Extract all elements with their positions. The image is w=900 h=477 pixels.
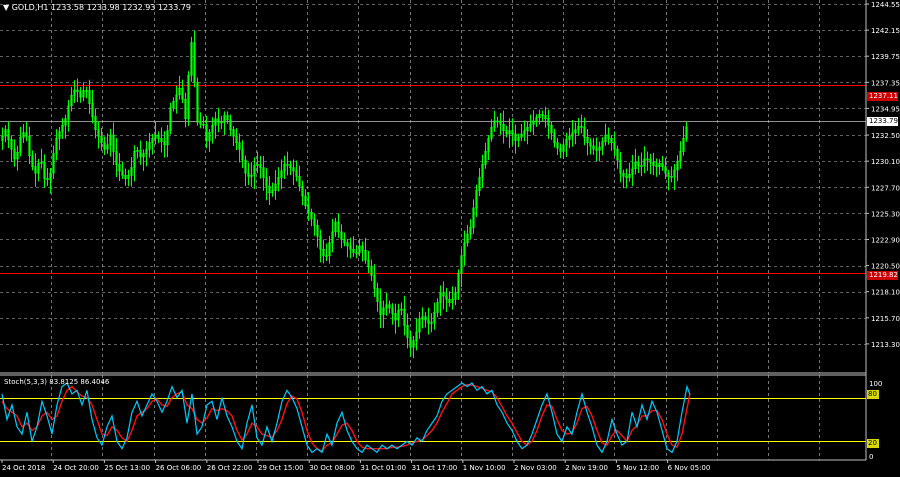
- stoch-scale-label: 100: [869, 380, 882, 388]
- quote-high: 1233.98: [86, 3, 120, 12]
- lower-line-price-box: 1219.82: [867, 271, 898, 280]
- stoch-scale-label: 0: [869, 453, 873, 461]
- time-tick-label: 25 Oct 13:00: [104, 464, 150, 472]
- price-tick-label: 1237.35: [871, 79, 900, 87]
- price-tick-label: 1227.70: [871, 184, 900, 192]
- price-tick-label: 1213.30: [871, 341, 900, 349]
- time-tick-label: 2 Nov 03:00: [514, 464, 557, 472]
- time-tick-label: 26 Oct 06:00: [156, 464, 202, 472]
- quote-close: 1233.79: [157, 3, 192, 12]
- symbol-label: GOLD,H1: [11, 3, 49, 12]
- price-tick-label: 1230.10: [871, 158, 900, 166]
- price-tick-label: 1222.90: [871, 236, 900, 244]
- stoch-level-20-box: 20: [867, 439, 879, 448]
- symbol-header: ▼ GOLD,H1 1233.58 1233.98 1232.93 1233.7…: [3, 3, 191, 12]
- time-tick-label: 29 Oct 15:00: [258, 464, 304, 472]
- chart-canvas: 1244.55 1242.15 1239.75 1237.35 1234.95 1232.…: [0, 0, 900, 477]
- price-tick-label: 1242.15: [871, 27, 900, 35]
- time-tick-label: 26 Oct 22:00: [207, 464, 253, 472]
- time-tick-label: 31 Oct 17:00: [412, 464, 458, 472]
- time-tick-label: 24 Oct 2018: [2, 464, 45, 472]
- price-tick-label: 1215.70: [871, 315, 900, 323]
- time-tick-label: 5 Nov 12:00: [616, 464, 659, 472]
- time-tick-label: 30 Oct 08:00: [309, 464, 355, 472]
- time-tick-label: 6 Nov 05:00: [668, 464, 711, 472]
- price-tick-label: 1220.50: [871, 263, 900, 271]
- price-tick-label: 1225.30: [871, 210, 900, 218]
- time-tick-label: 1 Nov 10:00: [463, 464, 506, 472]
- price-tick-label: 1239.75: [871, 53, 900, 61]
- quote-open: 1233.58: [51, 3, 85, 12]
- price-tick-label: 1234.95: [871, 105, 900, 113]
- time-tick-label: 2 Nov 19:00: [565, 464, 608, 472]
- price-tick-label: 1218.10: [871, 289, 900, 297]
- header-arrow-icon: ▼: [3, 3, 10, 12]
- upper-line-price-box: 1237.11: [867, 92, 898, 101]
- stoch-level-80-box: 80: [867, 390, 879, 399]
- time-tick-label: 31 Oct 01:00: [360, 464, 406, 472]
- price-tick-label: 1232.50: [871, 132, 900, 140]
- quote-low: 1232.93: [122, 3, 156, 12]
- price-tick-label: 1244.55: [871, 1, 900, 9]
- time-tick-label: 24 Oct 20:00: [53, 464, 99, 472]
- stoch-label: Stoch(5,3,3) 83.8125 86.4046: [4, 378, 110, 386]
- current-price-box: 1233.79: [867, 117, 898, 126]
